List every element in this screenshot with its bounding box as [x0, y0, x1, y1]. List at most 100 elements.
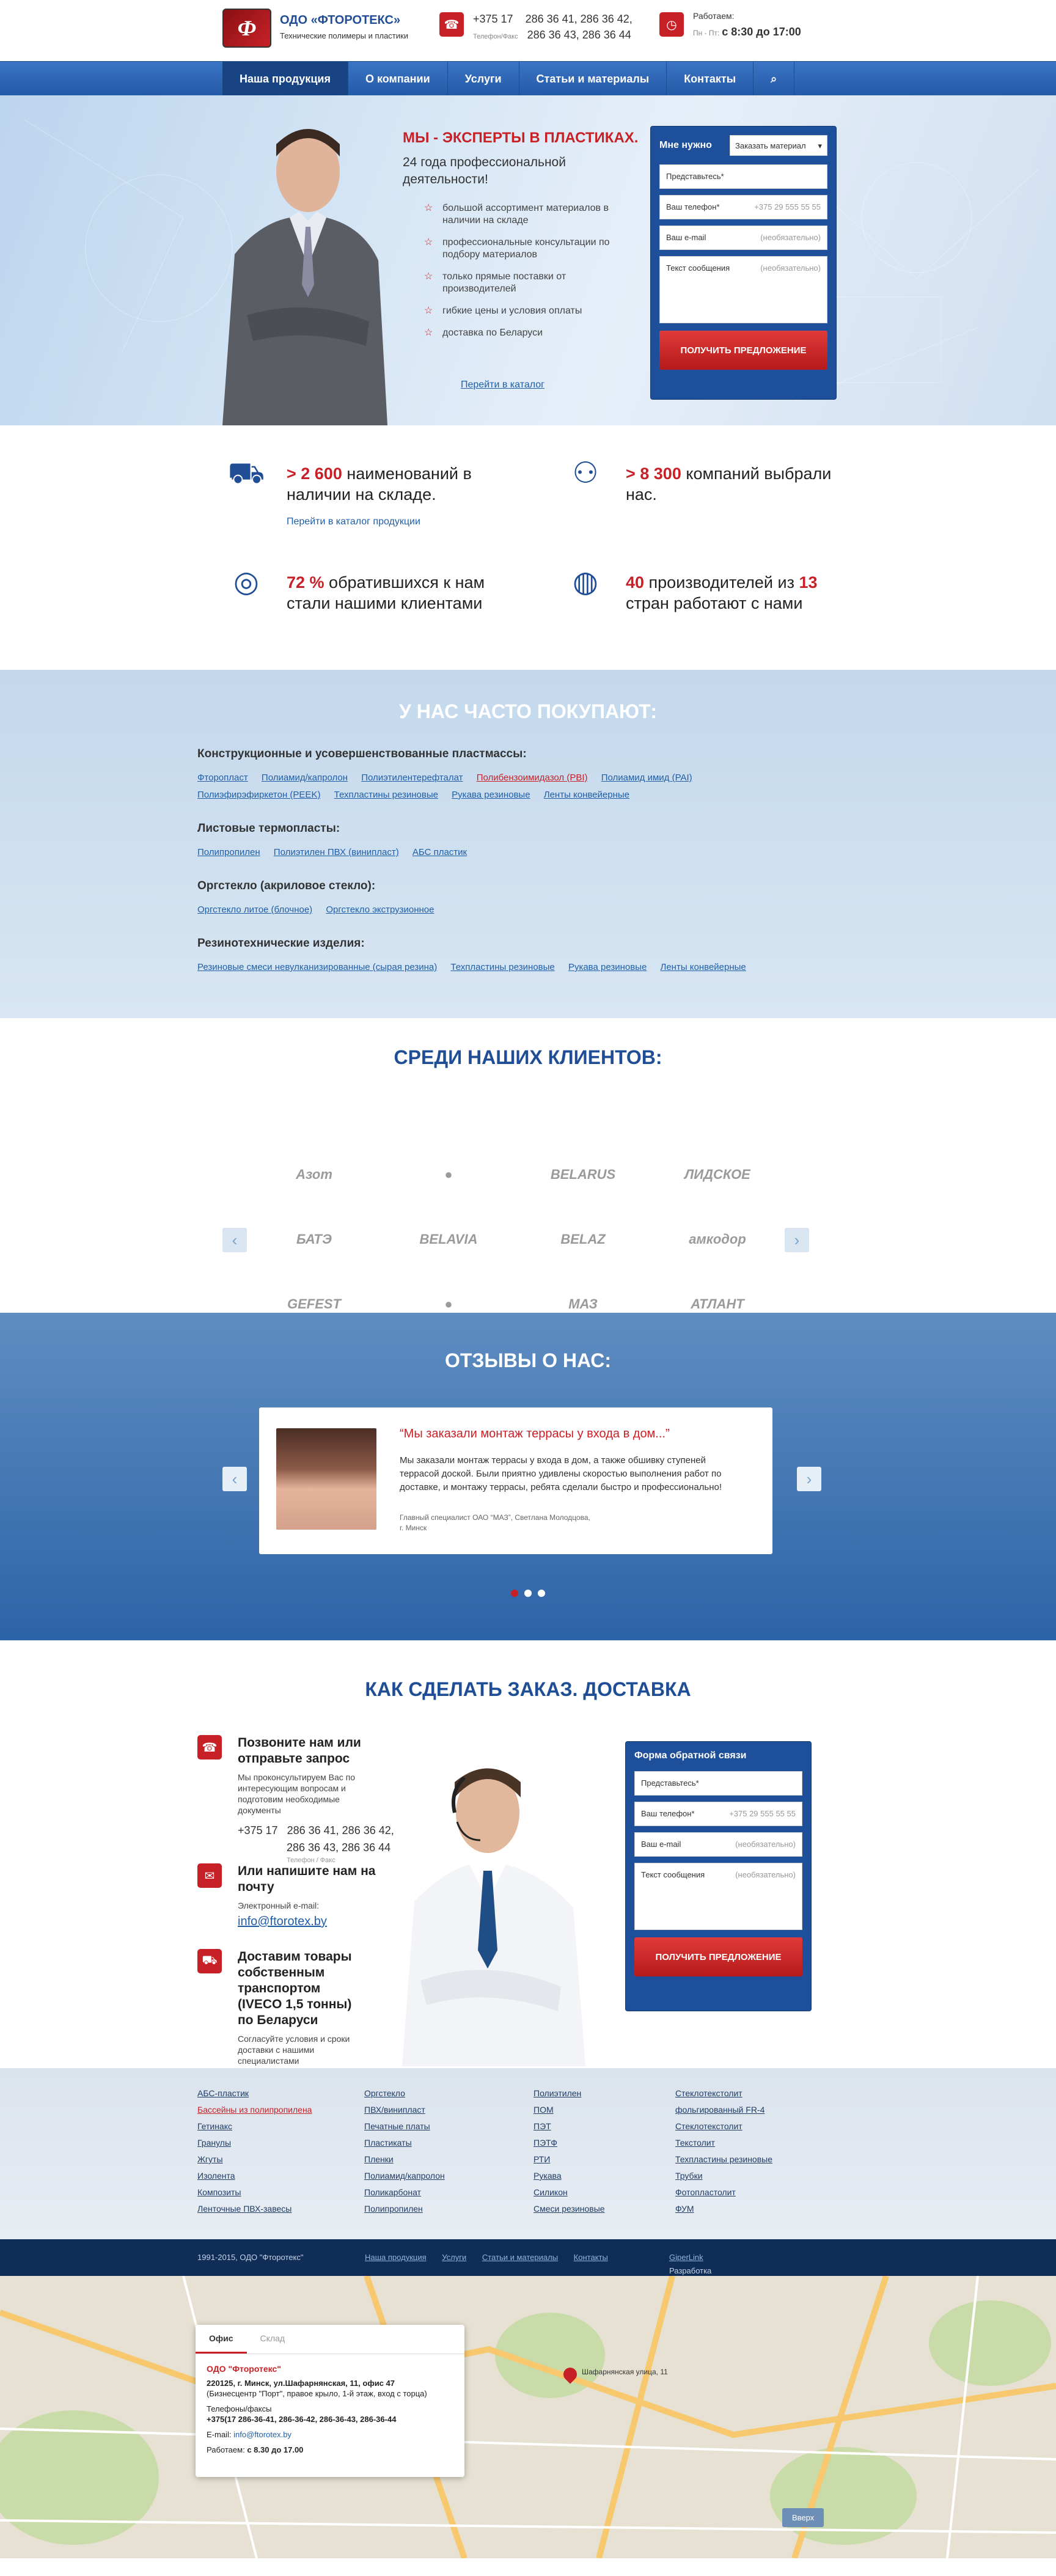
product-link[interactable]: Оргстекло экструзионное [326, 905, 434, 915]
footer-link[interactable]: ПОМ [534, 2102, 605, 2118]
developer-link[interactable]: GiperLink [669, 2253, 703, 2262]
work-days: Пн - Пт: [693, 29, 720, 37]
message-textarea[interactable]: Текст сообщения (необязательно) [659, 256, 827, 323]
nav-contacts[interactable]: Контакты [667, 62, 754, 96]
search-icon[interactable]: ⌕ [754, 62, 795, 96]
nav-products[interactable]: Наша продукция [222, 62, 348, 96]
clients-title: СРЕДИ НАШИХ КЛИЕНТОВ: [394, 1046, 662, 1068]
footer-link[interactable]: ФУМ [675, 2201, 772, 2217]
footer-link[interactable]: Пленки [364, 2151, 445, 2168]
catalog-products-link[interactable]: Перейти в каталог продукции [287, 516, 494, 528]
footer-link[interactable]: Рукава [534, 2168, 605, 2184]
catalog-link[interactable]: Перейти в каталог [461, 380, 544, 391]
product-link[interactable]: Ленты конвейерные [544, 790, 629, 800]
footer-link[interactable]: Композиты [197, 2184, 312, 2201]
nav-articles[interactable]: Статьи и материалы [519, 62, 667, 96]
product-link[interactable]: Ленты конвейерные [661, 962, 746, 972]
product-link[interactable]: Резиновые смеси невулканизированные (сыр… [197, 962, 437, 972]
bottom-link[interactable]: Контакты [574, 2253, 608, 2262]
group-acrylic: Оргстекло (акриловое стекло): Оргстекло … [197, 879, 435, 915]
product-link[interactable]: Полибензоимидазол (PBI) [477, 772, 588, 783]
footer-link[interactable]: ПВХ/винипласт [364, 2102, 445, 2118]
footer-link[interactable]: ПЭТ [534, 2118, 605, 2135]
product-link[interactable]: Фторопласт [197, 772, 248, 783]
footer-link[interactable]: Полипропилен [364, 2201, 445, 2217]
reviews-section: ОТЗЫВЫ О НАС: ‹ › “Мы заказали монтаж те… [0, 1313, 1056, 1640]
product-link[interactable]: АБС пластик [413, 847, 467, 857]
footer-link[interactable]: Изолента [197, 2168, 312, 2184]
work-label: Работаем: [207, 2445, 245, 2454]
footer-link[interactable]: Поликарбонат [364, 2184, 445, 2201]
footer-link[interactable]: Полиамид/капролон [364, 2168, 445, 2184]
footer-link[interactable]: Смеси резиновые [534, 2201, 605, 2217]
footer-link[interactable]: Фотопластолит [675, 2184, 772, 2201]
tab-warehouse[interactable]: Склад [247, 2325, 299, 2354]
request-type-select[interactable]: Заказать материал ▾ [730, 135, 827, 156]
email-input[interactable]: Ваш e-mail (необязательно) [634, 1832, 802, 1857]
clients-next-arrow[interactable]: › [785, 1228, 809, 1252]
email-input[interactable]: Ваш e-mail (необязательно) [659, 226, 827, 250]
tab-office[interactable]: Офис [196, 2325, 247, 2354]
slide-dot[interactable] [511, 1590, 518, 1597]
footer-link[interactable]: Оргстекло [364, 2085, 445, 2102]
map-email-link[interactable]: info@ftorotex.by [233, 2430, 292, 2439]
footer-link[interactable]: Жгуты [197, 2151, 312, 2168]
phone-input[interactable]: Ваш телефон* +375 29 555 55 55 [659, 195, 827, 219]
get-offer-button[interactable]: ПОЛУЧИТЬ ПРЕДЛОЖЕНИЕ [634, 1937, 802, 1976]
footer-link[interactable]: Стеклотекстолит [675, 2085, 772, 2102]
footer-link[interactable]: АБС-пластик [197, 2085, 312, 2102]
footer-link[interactable]: Гетинакс [197, 2118, 312, 2135]
footer-link[interactable]: Полиэтилен [534, 2085, 605, 2102]
product-link[interactable]: Рукава резиновые [568, 962, 647, 972]
footer-link[interactable]: Печатные платы [364, 2118, 445, 2135]
reviews-next-arrow[interactable]: › [797, 1467, 821, 1491]
product-link[interactable]: Полиамид имид (PAI) [601, 772, 692, 783]
bottom-link[interactable]: Статьи и материалы [482, 2253, 558, 2262]
client-logo: ЛИДСКОЕ [684, 1167, 750, 1182]
reviews-prev-arrow[interactable]: ‹ [222, 1467, 247, 1491]
footer-link[interactable]: Трубки [675, 2168, 772, 2184]
nav-about[interactable]: О компании [348, 62, 448, 96]
product-link[interactable]: Рукава резиновые [452, 790, 530, 800]
slide-dot[interactable] [524, 1590, 532, 1597]
logo[interactable]: Ф [222, 9, 271, 48]
footer-link[interactable]: РТИ [534, 2151, 605, 2168]
email-link[interactable]: info@ftorotex.by [238, 1915, 405, 1929]
product-link[interactable]: Полипропилен [197, 847, 260, 857]
footer-link[interactable]: Стеклотекстолит [675, 2118, 772, 2135]
copyright: 1991-2015, ОДО "Фторотекс" [197, 2253, 304, 2262]
scroll-top-button[interactable]: Вверх [782, 2508, 824, 2527]
clients-prev-arrow[interactable]: ‹ [222, 1228, 247, 1252]
product-link[interactable]: Полиэтилентерефталат [361, 772, 463, 783]
step-email: ✉ Или напишите нам на почту Электронный … [197, 1863, 405, 1929]
contact-details: ОДО "Фторотекс" 220125, г. Минск, ул.Шаф… [196, 2354, 464, 2465]
product-link[interactable]: Полиамид/капролон [262, 772, 348, 783]
name-input[interactable]: Представьтесь* [634, 1771, 802, 1796]
footer-link[interactable]: Силикон [534, 2184, 605, 2201]
footer-link[interactable]: Бассейны из полипропилена [197, 2102, 312, 2118]
slide-dot[interactable] [538, 1590, 545, 1597]
product-link[interactable]: Оргстекло литое (блочное) [197, 905, 312, 915]
request-form: Мне нужно Заказать материал ▾ Представьте… [650, 126, 837, 400]
phone-input[interactable]: Ваш телефон* +375 29 555 55 55 [634, 1802, 802, 1826]
footer-link[interactable]: фольгированный FR-4 [675, 2102, 772, 2118]
footer-link[interactable]: Пластикаты [364, 2135, 445, 2151]
product-link[interactable]: Техпластины резиновые [450, 962, 554, 972]
map-section[interactable]: Шафарнянская улица, 11 Вверх Офис Склад … [0, 2276, 1056, 2558]
bottom-link[interactable]: Услуги [442, 2253, 466, 2262]
footer-link[interactable]: Ленточные ПВХ-завесы [197, 2201, 312, 2217]
product-link[interactable]: Полиэтилен ПВХ (винипласт) [274, 847, 399, 857]
phone-line-2: 286 36 43, 286 36 44 [527, 29, 631, 41]
product-link[interactable]: Полиэфирэфиркетон (PEEK) [197, 790, 320, 800]
name-input[interactable]: Представьтесь* [659, 164, 827, 189]
footer-link[interactable]: Гранулы [197, 2135, 312, 2151]
message-textarea[interactable]: Текст сообщения (необязательно) [634, 1863, 802, 1930]
nav-services[interactable]: Услуги [448, 62, 519, 96]
product-link[interactable]: Техпластины резиновые [334, 790, 438, 800]
bottom-link[interactable]: Наша продукция [365, 2253, 427, 2262]
footer-link[interactable]: Текстолит [675, 2135, 772, 2151]
footer-link[interactable]: Техпластины резиновые [675, 2151, 772, 2168]
get-offer-button[interactable]: ПОЛУЧИТЬ ПРЕДЛОЖЕНИЕ [659, 331, 827, 370]
footer-link[interactable]: ПЭТФ [534, 2135, 605, 2151]
address-note: (Бизнесцентр "Порт", правое крыло, 1-й э… [207, 2389, 427, 2398]
